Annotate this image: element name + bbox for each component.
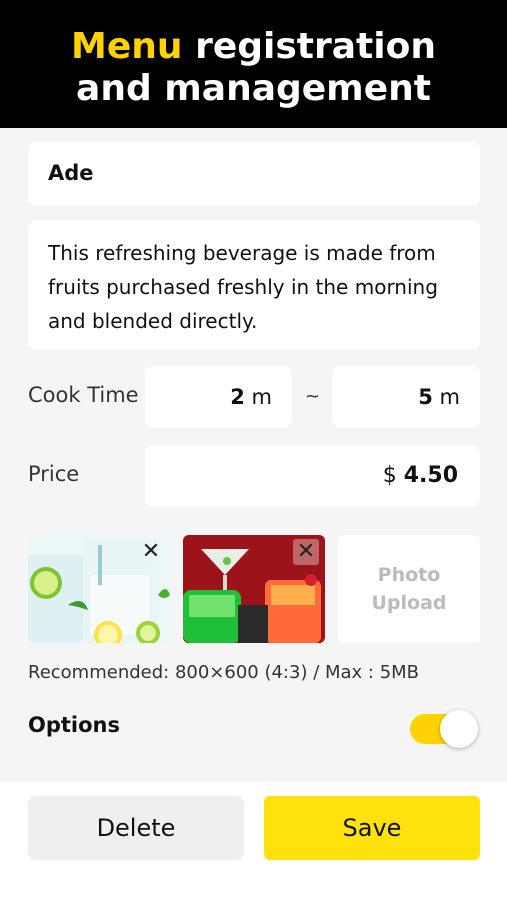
header-title-rest: registration: [182, 26, 436, 67]
cook-time-min-unit: m: [251, 385, 272, 409]
header-title-line2: and management: [76, 68, 431, 109]
price-field[interactable]: $ 4.50: [145, 445, 480, 507]
photo-thumbnail-1[interactable]: ✕: [28, 535, 170, 643]
options-toggle[interactable]: [410, 710, 480, 748]
cook-time-max-field[interactable]: 5 m: [332, 366, 480, 428]
cook-time-min-field[interactable]: 2 m: [145, 366, 292, 428]
price-label: Price: [28, 462, 80, 486]
header-title-line1: Menu registration: [0, 26, 507, 68]
remove-photo-2-icon[interactable]: ✕: [293, 539, 319, 565]
header-title-accent: Menu: [71, 26, 183, 67]
photo-upload-button[interactable]: Photo Upload: [338, 535, 480, 643]
cook-time-label: Cook Time: [28, 383, 139, 407]
cook-time-max-unit: m: [439, 385, 460, 409]
menu-name-field[interactable]: Ade: [28, 142, 480, 206]
page-header: Menu registration and management: [0, 0, 507, 128]
options-toggle-knob: [440, 710, 478, 748]
remove-photo-1-icon[interactable]: ✕: [138, 539, 164, 565]
cook-time-min-value: 2: [230, 385, 245, 409]
photo-thumbnail-2[interactable]: ✕: [183, 535, 325, 643]
cook-time-max-value: 5: [418, 385, 433, 409]
cook-time-separator: ~: [305, 386, 321, 407]
bottom-action-bar: Delete Save: [0, 782, 507, 900]
menu-description-value: This refreshing beverage is made from fr…: [48, 241, 438, 333]
save-button[interactable]: Save: [264, 796, 480, 860]
delete-button[interactable]: Delete: [28, 796, 244, 860]
price-value: 4.50: [403, 463, 458, 488]
price-currency: $: [382, 463, 397, 488]
menu-name-value: Ade: [48, 161, 94, 185]
menu-description-field[interactable]: This refreshing beverage is made from fr…: [28, 220, 480, 350]
photo-recommendation-text: Recommended: 800×600 (4:3) / Max : 5MB: [28, 662, 420, 683]
photo-upload-label-line1: Photo: [377, 564, 441, 586]
photo-upload-label-line2: Upload: [371, 592, 447, 614]
options-label: Options: [28, 713, 120, 737]
